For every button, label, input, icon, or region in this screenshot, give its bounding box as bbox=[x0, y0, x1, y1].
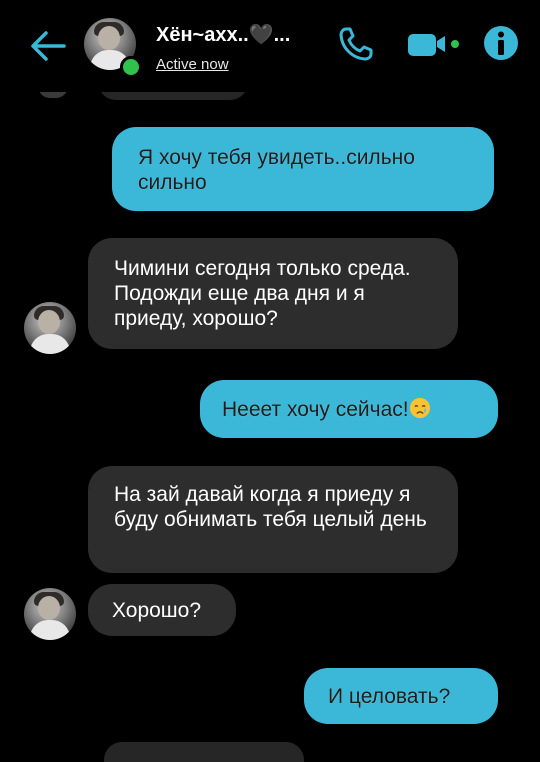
incoming-message[interactable]: Чимини сегодня только среда. Подожди еще… bbox=[88, 238, 458, 349]
chat-header: Хён~ахх..🖤... Active now bbox=[0, 0, 540, 92]
info-icon[interactable] bbox=[482, 24, 520, 62]
message-text: Нееет хочу сейчас! bbox=[222, 398, 409, 421]
video-camera-icon[interactable] bbox=[406, 30, 460, 58]
outgoing-message[interactable]: Я хочу тебя увидеть..сильно сильно bbox=[112, 127, 494, 211]
message-list: Я хочу тебя увидеть..сильно сильно Чимин… bbox=[0, 0, 540, 762]
online-status-dot bbox=[120, 56, 142, 78]
active-status: Active now bbox=[156, 56, 229, 73]
message-text: Чимини сегодня только среда. Подожди еще… bbox=[114, 257, 411, 330]
outgoing-message[interactable]: И целовать? bbox=[304, 668, 498, 724]
incoming-message[interactable]: Хорошо? bbox=[88, 584, 236, 636]
phone-icon[interactable] bbox=[338, 26, 374, 62]
contact-avatar[interactable] bbox=[24, 302, 76, 354]
incoming-message[interactable]: На зай давай когда я приеду я буду обним… bbox=[88, 466, 458, 573]
message-text: Я хочу тебя увидеть..сильно сильно bbox=[138, 146, 415, 194]
message-text: На зай давай когда я приеду я буду обним… bbox=[114, 483, 427, 531]
contact-name[interactable]: Хён~ахх..🖤... bbox=[156, 22, 290, 47]
contact-avatar[interactable] bbox=[84, 18, 142, 78]
message-text: Хорошо? bbox=[112, 599, 202, 622]
message-text: И целовать? bbox=[328, 685, 451, 708]
message-bubble-partial bbox=[104, 742, 304, 762]
outgoing-message[interactable]: Нееет хочу сейчас! bbox=[200, 380, 498, 438]
back-arrow-icon[interactable] bbox=[28, 28, 68, 64]
contact-avatar[interactable] bbox=[24, 588, 76, 640]
crying-face-emoji-icon bbox=[409, 397, 430, 419]
